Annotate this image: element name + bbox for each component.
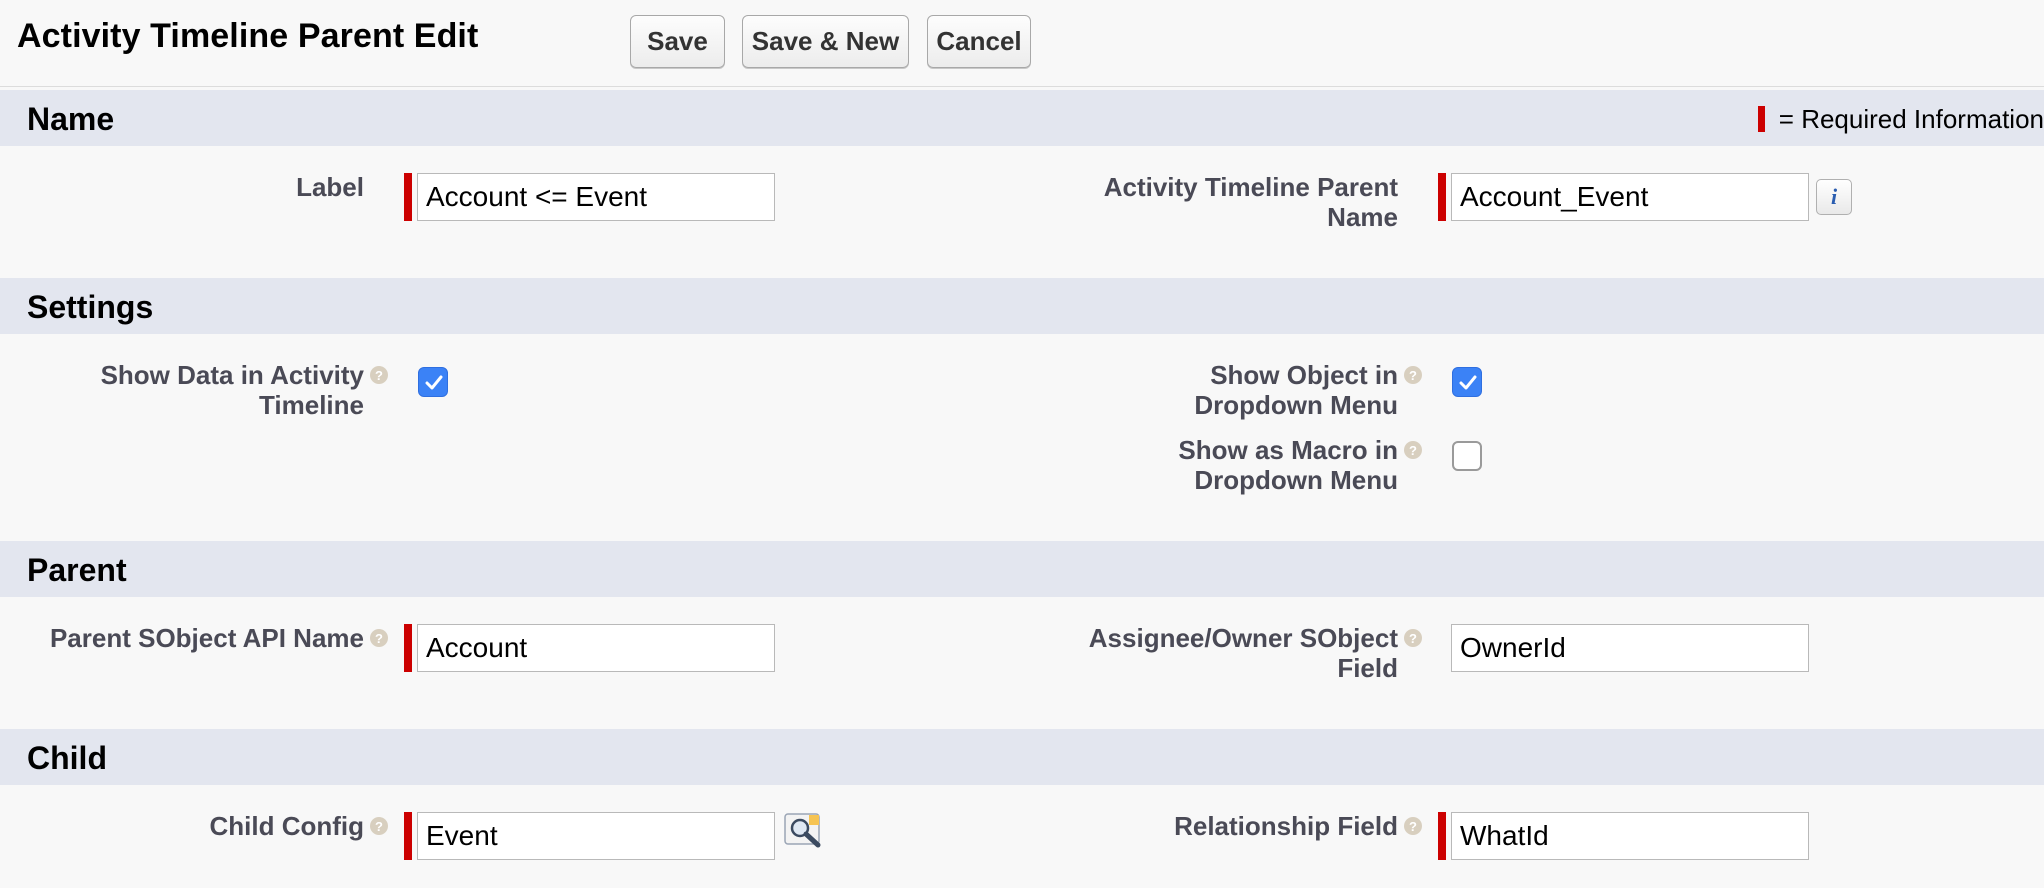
section-title-parent: Parent bbox=[27, 552, 127, 588]
help-icon[interactable]: ? bbox=[1404, 817, 1422, 835]
required-legend: = Required Information bbox=[1757, 104, 2044, 135]
owner-field-label: Assignee/Owner SObject Field bbox=[1088, 623, 1398, 683]
child-config-field-label: Child Config bbox=[209, 811, 364, 841]
show-object-checkbox[interactable] bbox=[1452, 367, 1482, 397]
show-macro-field-label: Show as Macro in Dropdown Menu bbox=[1178, 435, 1398, 495]
help-icon[interactable]: ? bbox=[1404, 629, 1422, 647]
owner-field-input[interactable]: OwnerId bbox=[1451, 624, 1809, 672]
help-icon[interactable]: ? bbox=[1404, 366, 1422, 384]
label-field-label: Label bbox=[296, 172, 364, 202]
required-indicator bbox=[404, 173, 412, 221]
parent-name-field-label: Activity Timeline Parent Name bbox=[1103, 172, 1398, 232]
section-title-child: Child bbox=[27, 740, 107, 776]
section-name-header: Name = Required Information bbox=[0, 90, 2044, 146]
section-title-name: Name bbox=[27, 101, 115, 137]
required-indicator bbox=[1757, 106, 1765, 132]
label-input[interactable]: Account <= Event bbox=[417, 173, 775, 221]
section-child-header: Child bbox=[0, 729, 2044, 785]
info-icon[interactable]: i bbox=[1816, 179, 1852, 215]
help-icon[interactable]: ? bbox=[1404, 441, 1422, 459]
help-icon[interactable]: ? bbox=[370, 366, 388, 384]
save-and-new-button[interactable]: Save & New bbox=[742, 15, 909, 68]
parent-api-name-field-label: Parent SObject API Name bbox=[49, 623, 364, 653]
child-config-input[interactable]: Event bbox=[417, 812, 775, 860]
relationship-field-input[interactable]: WhatId bbox=[1451, 812, 1809, 860]
show-data-field-label: Show Data in Activity Timeline bbox=[100, 360, 364, 420]
section-parent-header: Parent bbox=[0, 541, 2044, 597]
checkmark-icon bbox=[1459, 375, 1477, 390]
relationship-field-label: Relationship Field bbox=[1174, 811, 1398, 841]
show-macro-checkbox[interactable] bbox=[1452, 441, 1482, 471]
page-header: Activity Timeline Parent Edit Save Save … bbox=[0, 0, 2044, 87]
required-indicator bbox=[1438, 173, 1446, 221]
lookup-magnifier-icon[interactable] bbox=[783, 812, 827, 852]
show-object-field-label: Show Object in Dropdown Menu bbox=[1194, 360, 1398, 420]
save-button[interactable]: Save bbox=[630, 15, 725, 68]
show-data-checkbox[interactable] bbox=[418, 367, 448, 397]
page-title: Activity Timeline Parent Edit bbox=[17, 17, 479, 55]
help-icon[interactable]: ? bbox=[370, 629, 388, 647]
help-icon[interactable]: ? bbox=[370, 817, 388, 835]
required-legend-text: = Required Information bbox=[1778, 104, 2044, 134]
required-indicator bbox=[1438, 812, 1446, 860]
parent-api-name-input[interactable]: Account bbox=[417, 624, 775, 672]
required-indicator bbox=[404, 624, 412, 672]
checkmark-icon bbox=[425, 375, 443, 390]
section-title-settings: Settings bbox=[27, 289, 154, 325]
section-settings-header: Settings bbox=[0, 278, 2044, 334]
parent-name-input[interactable]: Account_Event bbox=[1451, 173, 1809, 221]
required-indicator bbox=[404, 812, 412, 860]
cancel-button[interactable]: Cancel bbox=[927, 15, 1031, 68]
